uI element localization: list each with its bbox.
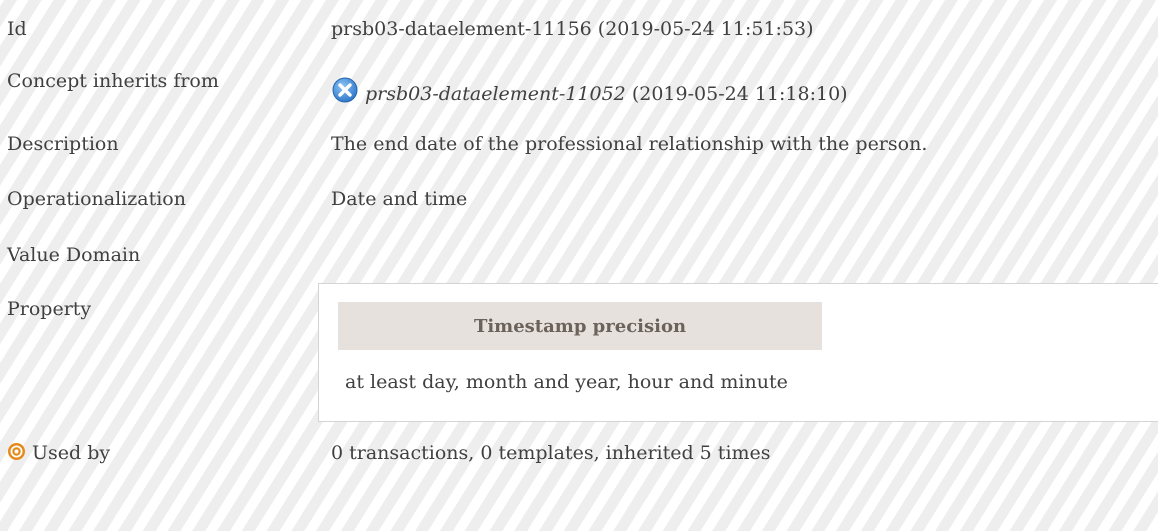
description-label: Description — [7, 133, 119, 155]
used-by-value: 0 transactions, 0 templates, inherited 5… — [331, 442, 771, 464]
inherits-date: (2019-05-24 11:18:10) — [631, 83, 848, 105]
used-by-label: Used by — [32, 442, 111, 464]
id-value: prsb03-dataelement-11156 (2019-05-24 11:… — [331, 18, 814, 40]
property-panel: Timestamp precision at least day, month … — [318, 283, 1158, 422]
operationalization-value: Date and time — [331, 188, 468, 210]
target-icon[interactable] — [7, 442, 26, 461]
operationalization-label: Operationalization — [7, 188, 186, 210]
inherits-value: prsb03-dataelement-11052 (2019-05-24 11:… — [331, 76, 848, 105]
id-label: Id — [7, 18, 27, 40]
inherits-link[interactable]: prsb03-dataelement-11052 — [365, 83, 626, 105]
property-value: at least day, month and year, hour and m… — [345, 371, 788, 393]
close-circle-icon[interactable] — [331, 76, 359, 104]
inherits-label: Concept inherits from — [7, 70, 219, 92]
value-domain-label: Value Domain — [7, 244, 141, 266]
used-by-label-wrap: Used by — [7, 442, 110, 464]
description-value: The end date of the professional relatio… — [331, 133, 928, 155]
property-header: Timestamp precision — [338, 302, 822, 350]
property-label: Property — [7, 298, 92, 320]
